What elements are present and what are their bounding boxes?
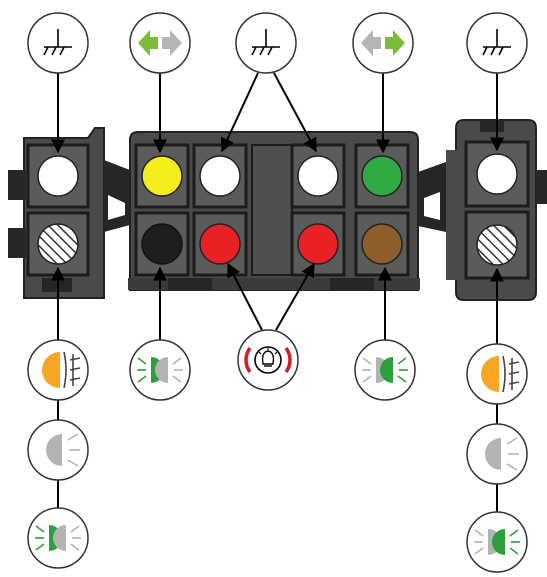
center-connector-block <box>128 131 420 291</box>
pin-c7-red <box>297 223 339 265</box>
pin-r2-hatched <box>476 224 518 266</box>
position-lamp-icon <box>466 423 528 485</box>
ground-icon <box>27 12 89 74</box>
pin-c6-red <box>199 223 241 265</box>
side-marker-lamp-icon <box>27 507 89 569</box>
connector-housing <box>8 119 547 301</box>
ground-icon <box>235 12 297 74</box>
pin-c3-white <box>297 155 339 197</box>
ground-icon <box>466 12 528 74</box>
side-marker-lamp-icon <box>466 511 528 573</box>
pin-c5-black <box>141 223 183 265</box>
pin-l1-white <box>37 155 79 197</box>
rear-fog-lamp-icon <box>27 339 89 401</box>
position-lamp-icon <box>27 419 89 481</box>
left-connector-block <box>8 127 105 299</box>
rear-fog-lamp-icon <box>466 343 528 405</box>
pin-r1-white <box>476 153 518 195</box>
pin-c1-yellow <box>141 155 183 197</box>
left-latch <box>104 160 130 232</box>
side-marker-lamp-left-icon <box>129 339 191 401</box>
pin-c2-white <box>199 155 241 197</box>
connector-pinout-diagram <box>8 12 547 573</box>
side-marker-lamp-right-icon <box>354 339 416 401</box>
pin-c4-green <box>361 155 403 197</box>
pin-c8-brown <box>361 223 403 265</box>
left-turn-signal-icon <box>129 12 191 74</box>
pin-l2-hatched <box>37 223 79 265</box>
right-turn-signal-icon <box>352 12 414 74</box>
brake-warning-lamp-icon <box>237 329 299 391</box>
